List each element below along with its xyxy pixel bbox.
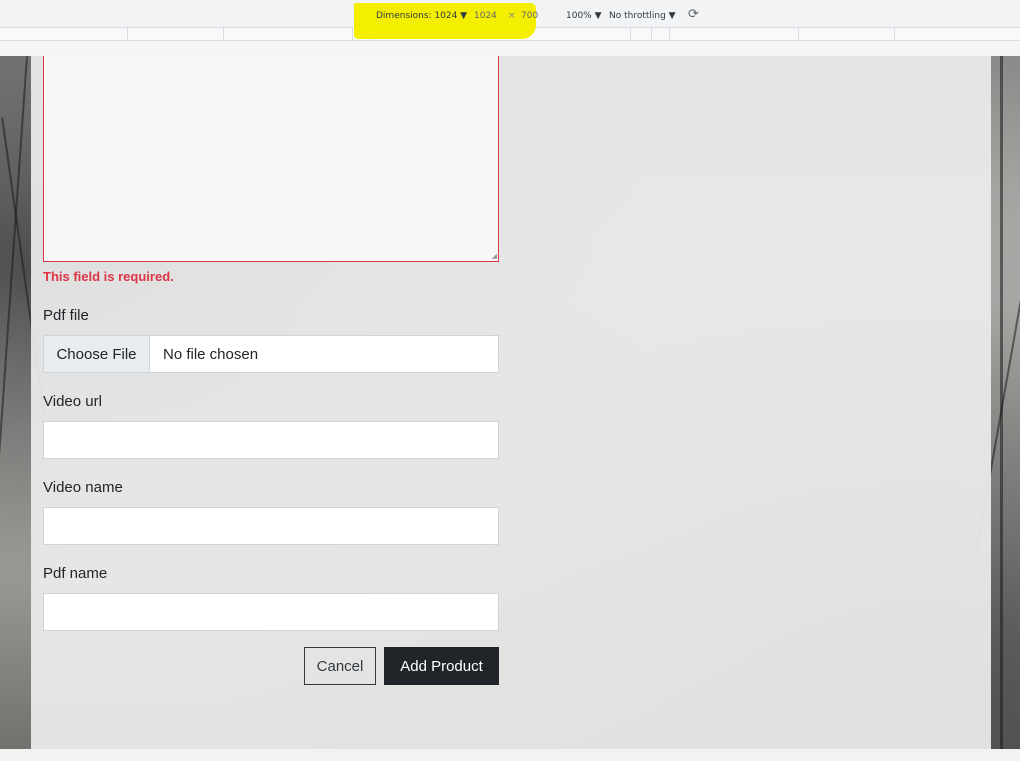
height-input[interactable]: 700	[521, 11, 538, 21]
zoom-dropdown[interactable]: 100% ▼	[566, 11, 602, 21]
video-name-input[interactable]	[43, 507, 499, 545]
ruler-spacer	[0, 41, 1020, 56]
pdf-name-input[interactable]	[43, 593, 499, 631]
description-textarea[interactable]: ◢	[43, 56, 499, 262]
width-input[interactable]: 1024	[474, 11, 497, 21]
file-status-text: No file chosen	[163, 345, 259, 363]
cancel-button[interactable]: Cancel	[304, 647, 376, 685]
times-separator: ×	[508, 11, 516, 21]
rotate-icon[interactable]: ⟳	[688, 7, 699, 22]
description-error-message: This field is required.	[43, 269, 174, 284]
pdf-file-label: Pdf file	[43, 307, 89, 324]
pdf-file-input[interactable]: Choose File No file chosen	[43, 335, 499, 373]
add-product-button[interactable]: Add Product	[384, 647, 499, 685]
video-url-input[interactable]	[43, 421, 499, 459]
dimensions-dropdown[interactable]: Dimensions: 1024 ▼	[376, 11, 467, 21]
video-url-label: Video url	[43, 393, 102, 410]
throttling-dropdown[interactable]: No throttling ▼	[609, 11, 676, 21]
page-viewport: ◢ This field is required. Pdf file Choos…	[0, 56, 1020, 761]
bottom-strip	[0, 749, 1020, 761]
pdf-name-label: Pdf name	[43, 565, 108, 582]
choose-file-button[interactable]: Choose File	[44, 336, 150, 372]
video-name-label: Video name	[43, 479, 123, 496]
resize-grip-icon[interactable]: ◢	[492, 253, 497, 260]
devtools-device-toolbar: Dimensions: 1024 ▼ 1024 × 700 100% ▼ No …	[0, 0, 1020, 39]
yellow-highlight-mark	[354, 3, 536, 39]
